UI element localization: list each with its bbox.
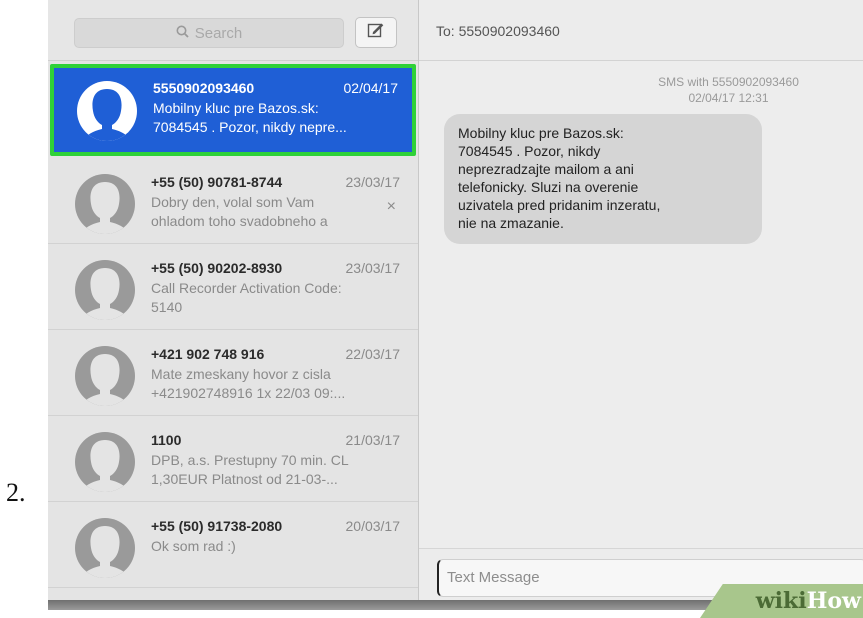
conversation-item[interactable]: +421 902 748 916 22/03/17 Mate zmeskany …	[48, 330, 418, 416]
to-label: To:	[436, 23, 455, 39]
search-input[interactable]: Search	[74, 18, 344, 48]
conversation-item[interactable]: +55 (50) 90781-8744 23/03/17 Dobry den, …	[48, 158, 418, 244]
step-number: 2.	[6, 478, 26, 507]
conversation-preview: Mobilny kluc pre Bazos.sk: 7084545 . Poz…	[153, 100, 347, 135]
conversation-preview: Mate zmeskany hovor z cisla +42190274891…	[151, 366, 346, 401]
conversation-item[interactable]: +55 (50) 91738-2080 20/03/17 Ok som rad …	[48, 502, 418, 588]
avatar	[77, 81, 137, 141]
conversation-list: 5550902093460 02/04/17 Mobilny kluc pre …	[48, 64, 418, 588]
avatar	[75, 432, 135, 492]
avatar	[75, 260, 135, 320]
conversation-sender: 1100	[151, 432, 182, 448]
conversation-sidebar: Search 5550902093460 02/04/17 Mobilny kl…	[48, 0, 419, 606]
conversation-item-selected[interactable]: 5550902093460 02/04/17 Mobilny kluc pre …	[50, 64, 416, 156]
recipient-number: 5550902093460	[458, 23, 560, 39]
conversation-date: 21/03/17	[345, 432, 401, 448]
conversation-preview: Call Recorder Activation Code: 5140	[151, 280, 342, 315]
conversation-sender: +55 (50) 90781-8744	[151, 174, 283, 190]
conversation-item[interactable]: +55 (50) 90202-8930 23/03/17 Call Record…	[48, 244, 418, 330]
compose-icon	[367, 22, 385, 43]
search-placeholder: Search	[194, 24, 243, 42]
conversation-sender: +421 902 748 916	[151, 346, 265, 362]
sms-header-timestamp: 02/04/17 12:31	[688, 91, 769, 105]
search-icon	[176, 25, 189, 42]
conversation-sender: 5550902093460	[153, 80, 255, 96]
wikihow-watermark: wiki How	[700, 584, 863, 618]
conversation-preview: DPB, a.s. Prestupny 70 min. CL 1,30EUR P…	[151, 452, 349, 487]
conversation-date: 02/04/17	[343, 80, 399, 96]
conversation-sender: +55 (50) 90202-8930	[151, 260, 283, 276]
conversation-date: 23/03/17	[345, 260, 401, 276]
sms-header-title: SMS with 5550902093460	[658, 75, 799, 89]
conversation-sender: +55 (50) 91738-2080	[151, 518, 283, 534]
recipient-bar: To: 5550902093460	[419, 0, 863, 61]
avatar	[75, 174, 135, 234]
conversation-date: 23/03/17	[345, 174, 401, 190]
conversation-date: 20/03/17	[345, 518, 401, 534]
conversation-preview: Dobry den, volal som Vam ohladom toho sv…	[151, 194, 328, 229]
avatar	[75, 346, 135, 406]
recipient-field[interactable]: To: 5550902093460	[436, 23, 560, 39]
avatar	[75, 518, 135, 578]
delete-conversation-icon[interactable]: ×	[387, 198, 396, 216]
message-bubble: Mobilny kluc pre Bazos.sk: 7084545 . Poz…	[444, 114, 762, 244]
conversation-preview: Ok som rad :)	[151, 538, 236, 554]
search-bar: Search	[48, 0, 418, 61]
messages-window: Search 5550902093460 02/04/17 Mobilny kl…	[48, 0, 863, 606]
conversation-pane: To: 5550902093460 SMS with 5550902093460…	[419, 0, 863, 606]
sms-header: SMS with 5550902093460 02/04/17 12:31	[419, 74, 863, 106]
conversation-item[interactable]: 1100 21/03/17 DPB, a.s. Prestupny 70 min…	[48, 416, 418, 502]
conversation-date: 22/03/17	[345, 346, 401, 362]
compose-button[interactable]	[355, 17, 397, 48]
